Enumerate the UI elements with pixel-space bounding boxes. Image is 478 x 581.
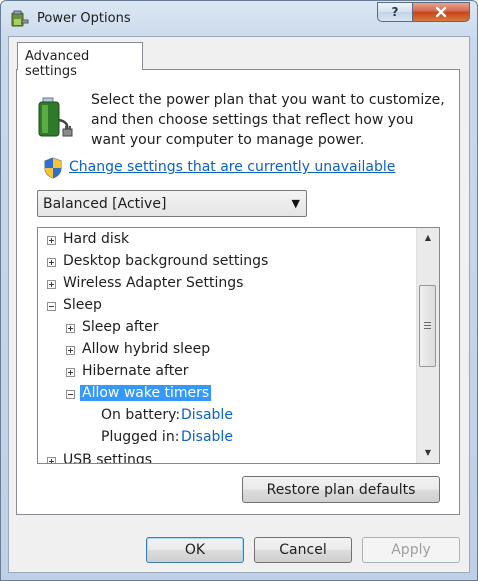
- ok-button[interactable]: OK: [146, 537, 244, 563]
- plugged-in-value[interactable]: Disable: [181, 429, 233, 445]
- settings-tree[interactable]: Hard disk Desktop background settings Wi…: [37, 227, 440, 464]
- expand-plus-icon[interactable]: [66, 346, 75, 355]
- help-icon: ?: [391, 5, 399, 19]
- scroll-down-button[interactable]: ▼: [417, 444, 439, 461]
- tree-item-label: Sleep: [63, 297, 102, 313]
- apply-button: Apply: [362, 537, 460, 563]
- battery-plug-icon: [38, 97, 73, 137]
- dropdown-arrow-icon: ▼: [291, 197, 300, 210]
- setting-label: On battery:: [101, 407, 181, 423]
- power-plan-selected: Balanced [Active]: [43, 196, 167, 212]
- expand-plus-icon[interactable]: [47, 280, 56, 289]
- tree-item-label-selected: Allow wake timers: [80, 385, 212, 401]
- close-button[interactable]: [412, 2, 470, 22]
- tree-scrollbar[interactable]: ▲ ▼: [416, 228, 439, 463]
- expand-plus-icon[interactable]: [66, 368, 75, 377]
- tree-item-label: Sleep after: [82, 319, 159, 335]
- tree-item-label: USB settings: [63, 452, 153, 464]
- tab-advanced-settings[interactable]: Advanced settings: [17, 42, 143, 79]
- grip-line: [424, 322, 431, 323]
- tree-item-label: Hibernate after: [82, 363, 189, 379]
- intro-text: Select the power plan that you want to c…: [91, 92, 445, 148]
- scroll-thumb[interactable]: [419, 285, 436, 367]
- collapse-minus-icon[interactable]: [66, 390, 75, 399]
- close-icon: [435, 6, 447, 18]
- change-settings-link[interactable]: Change settings that are currently unava…: [69, 159, 395, 175]
- on-battery-value[interactable]: Disable: [181, 407, 233, 423]
- tree-item-label: Desktop background settings: [63, 253, 269, 269]
- grip-line: [424, 325, 431, 326]
- tree-item-label: Wireless Adapter Settings: [63, 275, 244, 291]
- collapse-minus-icon[interactable]: [47, 302, 56, 311]
- help-button[interactable]: ?: [377, 2, 413, 22]
- setting-label: Plugged in:: [101, 429, 180, 445]
- expand-plus-icon[interactable]: [66, 324, 75, 333]
- restore-plan-defaults-button[interactable]: Restore plan defaults: [242, 476, 440, 503]
- tree-item-label: Hard disk: [63, 231, 130, 247]
- expand-plus-icon[interactable]: [47, 457, 56, 463]
- expand-plus-icon[interactable]: [47, 258, 56, 267]
- window-title: Power Options: [37, 11, 131, 26]
- power-options-app-icon: [11, 10, 29, 27]
- tree-item-label: Allow hybrid sleep: [82, 341, 211, 357]
- cancel-button[interactable]: Cancel: [254, 537, 352, 563]
- power-plan-dropdown[interactable]: Balanced [Active] ▼: [37, 190, 307, 217]
- expand-plus-icon[interactable]: [47, 236, 56, 245]
- grip-line: [424, 328, 431, 329]
- uac-shield-icon: [44, 157, 62, 179]
- scroll-up-button[interactable]: ▲: [417, 229, 439, 246]
